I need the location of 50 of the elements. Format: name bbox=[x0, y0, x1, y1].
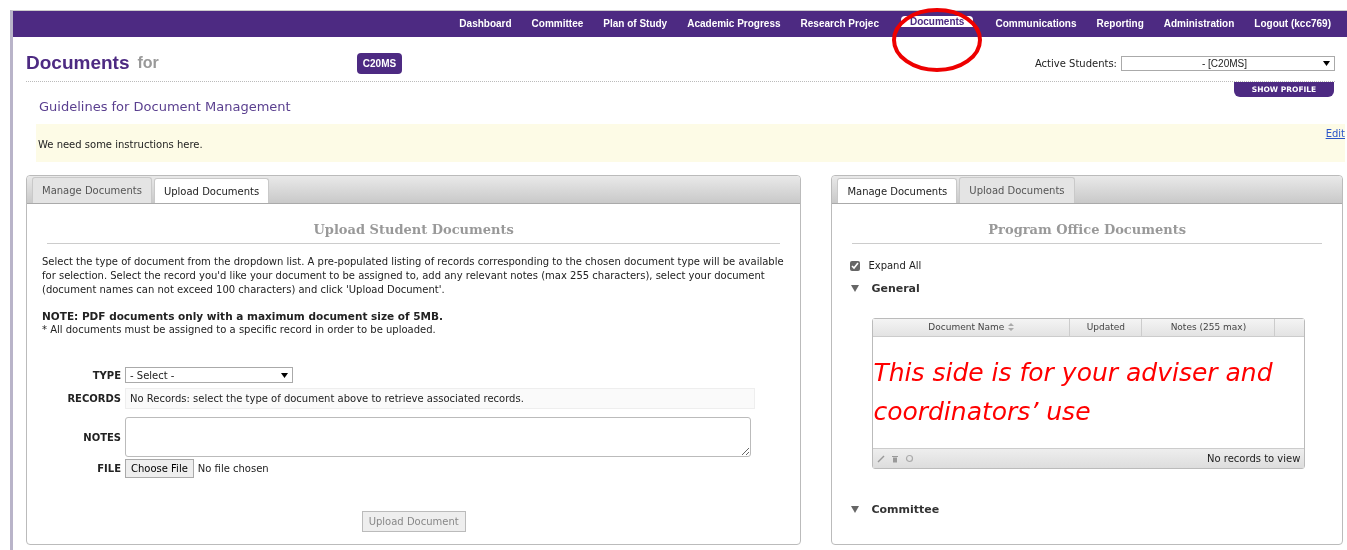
nav-link[interactable]: Administration bbox=[1153, 11, 1245, 37]
notice-text: We need some instructions here. bbox=[37, 137, 203, 152]
edit-link[interactable]: Edit bbox=[1325, 125, 1345, 139]
field-label: TYPE bbox=[91, 368, 122, 383]
instructions-text: Select the type of document from the dropdown list. A pre-populated listing of records corresponding to the chosen document type will be available for selection. Select the record you'd like your document to be assigned to, add any relevant notes (max 255 characters), select your document (document names can not exceed 100 characters) and click 'Upload Document'. bbox=[42, 255, 785, 297]
field-label: NOTES bbox=[82, 430, 122, 445]
annotation-text: This side is for your adviser and coordinators’ use bbox=[873, 357, 1274, 428]
nav-link[interactable]: Academic Progress bbox=[677, 11, 791, 37]
refresh-icon bbox=[905, 453, 915, 463]
field-label: FILE bbox=[96, 462, 122, 476]
expand-all-checkbox[interactable] bbox=[850, 260, 861, 271]
nav-link[interactable]: Reporting bbox=[1086, 11, 1154, 37]
section-heading[interactable]: Committee bbox=[871, 501, 940, 518]
nav-link[interactable]: Committee bbox=[521, 11, 594, 37]
choose-file-button[interactable]: Choose File bbox=[125, 459, 194, 478]
tab[interactable]: Upload Documents bbox=[153, 177, 270, 203]
caret-icon bbox=[1323, 61, 1330, 67]
records-text: No Records: select the type of document above to retrieve associated records. bbox=[125, 388, 755, 409]
page-title: Documents bbox=[26, 50, 130, 75]
file-status: No file chosen bbox=[197, 462, 269, 476]
edit-icon bbox=[877, 453, 886, 463]
section-title: Guidelines for Document Management bbox=[39, 98, 292, 116]
caret-icon bbox=[281, 372, 288, 378]
nav-link[interactable]: Documents bbox=[900, 16, 974, 27]
nav-link[interactable]: Plan of Study bbox=[593, 11, 678, 37]
tab[interactable]: Manage Documents bbox=[837, 177, 958, 203]
footnote-text: * All documents must be assigned to a specific record in order to be uploaded. bbox=[42, 323, 437, 337]
column-header: Notes (255 max) bbox=[1142, 318, 1276, 336]
tab[interactable]: Manage Documents bbox=[32, 176, 152, 203]
column-header[interactable]: Document Name bbox=[873, 318, 1071, 336]
page-subtitle: for bbox=[137, 53, 159, 73]
field-label: RECORDS bbox=[66, 392, 122, 406]
panel-heading: Program Office Documents bbox=[852, 203, 1322, 244]
nav-link[interactable]: Communications bbox=[985, 11, 1087, 37]
active-students-select[interactable]: - [C20MS] bbox=[1121, 55, 1335, 71]
nav-link[interactable]: Research Projec bbox=[790, 11, 889, 37]
section-heading[interactable]: General bbox=[871, 281, 920, 298]
active-students-label: Active Students: bbox=[1034, 56, 1117, 71]
nav-link[interactable]: Dashboard bbox=[449, 11, 522, 37]
nav-link[interactable]: Logout (kcc769) bbox=[1244, 11, 1341, 37]
trash-icon bbox=[891, 453, 900, 463]
student-badge: C20MS bbox=[356, 52, 403, 74]
panel-heading: Upload Student Documents bbox=[47, 203, 781, 244]
notes-field[interactable] bbox=[125, 417, 751, 457]
note-text: NOTE: PDF documents only with a maximum document size of 5MB. bbox=[42, 309, 444, 323]
tab[interactable]: Upload Documents bbox=[959, 176, 1075, 203]
column-header: Updated bbox=[1070, 318, 1143, 336]
record-count: No records to view bbox=[1207, 451, 1301, 466]
checkbox-label: Expand All bbox=[868, 259, 922, 273]
type-select[interactable]: - Select - bbox=[125, 367, 293, 383]
